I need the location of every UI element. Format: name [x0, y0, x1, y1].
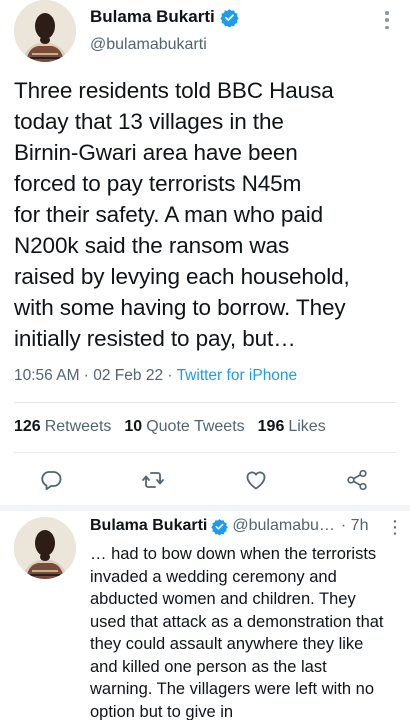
avatar-image	[14, 0, 76, 62]
verified-badge-icon	[211, 518, 229, 535]
author-name[interactable]: Bulama Bukarti	[90, 7, 215, 27]
retweet-button[interactable]	[139, 466, 167, 494]
author-handle[interactable]: @bulamabukarti	[90, 36, 207, 54]
divider	[14, 452, 396, 453]
quotes-label: Quote Tweets	[146, 418, 245, 435]
reply-text: … had to bow down when the terrorists in…	[90, 545, 384, 720]
avatar[interactable]	[14, 0, 76, 62]
tweet-source-link[interactable]: Twitter for iPhone	[177, 367, 298, 384]
share-icon	[347, 469, 367, 491]
quote-tweets-stat[interactable]: 10 Quote Tweets	[124, 418, 244, 436]
author-name-row[interactable]: Bulama Bukarti	[90, 7, 239, 27]
more-options-icon[interactable]	[382, 8, 392, 32]
retweets-count: 126	[14, 418, 41, 435]
tweet-timestamp[interactable]: 10:56 AM · 02 Feb 22 ·	[14, 367, 177, 384]
reply-author-handle[interactable]: @bulamabu…	[232, 517, 335, 535]
action-bar	[0, 466, 410, 496]
quotes-count: 10	[124, 418, 143, 435]
tweet-stats: 126 Retweets 10 Quote Tweets 196 Likes	[14, 418, 339, 436]
retweets-label: Retweets	[44, 418, 112, 435]
likes-count: 196	[257, 418, 285, 435]
reply-author-name[interactable]: Bulama Bukarti	[90, 517, 207, 535]
reply-time[interactable]: · 7h	[341, 517, 369, 535]
thread-separator	[0, 505, 410, 511]
like-button[interactable]	[242, 466, 270, 494]
avatar-image	[14, 517, 76, 579]
reply-avatar[interactable]	[14, 517, 76, 579]
verified-badge-icon	[220, 8, 239, 27]
divider	[14, 402, 396, 403]
retweets-stat[interactable]: 126 Retweets	[14, 418, 111, 436]
likes-stat[interactable]: 196 Likes	[258, 418, 326, 436]
like-icon	[246, 471, 266, 490]
tweet-header: Bulama Bukarti @bulamabukarti	[0, 0, 410, 70]
reply-header: Bulama Bukarti @bulamabu… · 7h	[90, 517, 368, 535]
reply-icon	[41, 471, 62, 491]
likes-label: Likes	[288, 418, 326, 435]
tweet-meta: 10:56 AM · 02 Feb 22 · Twitter for iPhon…	[14, 367, 297, 385]
share-button[interactable]	[343, 466, 371, 494]
retweet-icon	[142, 472, 164, 488]
reply-button[interactable]	[37, 466, 65, 494]
tweet-text: Three residents told BBC Hausa today tha…	[14, 78, 350, 351]
reply-more-options-icon[interactable]: ⋮	[386, 518, 404, 536]
